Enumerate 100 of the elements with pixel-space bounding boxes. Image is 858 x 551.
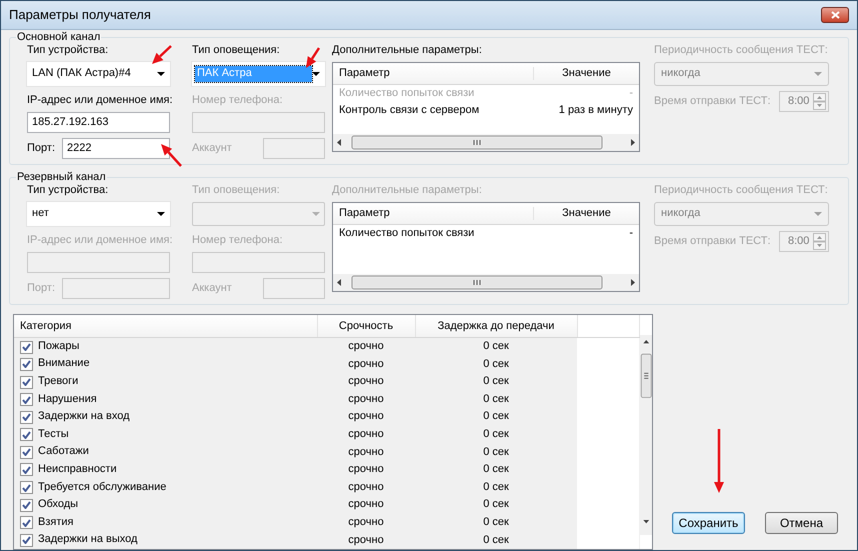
table-cell: срочно xyxy=(317,338,415,356)
column-header[interactable]: Срочность xyxy=(317,315,415,338)
table-cell-text: Количество попыток связи xyxy=(338,86,476,100)
field-label: Тип оповещения: xyxy=(192,44,280,58)
caret-icon xyxy=(312,72,320,76)
checkbox[interactable] xyxy=(20,481,33,494)
field-label: Порт: xyxy=(27,142,55,156)
annotation-arrow xyxy=(713,428,725,494)
table-cell: срочно xyxy=(317,478,415,496)
table-cell: 0 сек xyxy=(415,460,577,479)
column-header[interactable]: Параметр xyxy=(333,66,533,80)
category-label: Нарушения xyxy=(38,392,97,405)
table-cell-text: - xyxy=(628,226,634,240)
window-title: Параметры получателя xyxy=(9,7,151,23)
table-cell: 0 сек xyxy=(415,478,577,496)
close-button[interactable] xyxy=(821,7,849,23)
checkbox[interactable] xyxy=(20,340,33,354)
table-cell: 0 сек xyxy=(415,355,577,373)
group-title: Основной канал xyxy=(16,30,102,44)
checkbox[interactable] xyxy=(20,463,33,476)
table-cell-text: - xyxy=(628,86,634,100)
dialog-button[interactable]: Сохранить xyxy=(672,512,745,534)
table-cell: срочно xyxy=(317,443,415,461)
table-cell: 0 сек xyxy=(415,426,577,444)
field-label: Дополнительные параметры: xyxy=(332,44,482,58)
field-label: Тип устройства: xyxy=(27,184,108,198)
checkbox[interactable] xyxy=(20,410,33,424)
column-header[interactable]: Значение xyxy=(533,66,639,80)
table-cell: срочно xyxy=(317,531,415,549)
caret-icon xyxy=(157,72,165,76)
close-icon xyxy=(830,11,840,19)
dropdown: никогда xyxy=(654,62,829,86)
table-cell: 0 сек xyxy=(415,531,577,549)
column-header[interactable]: Задержка до передачи xyxy=(415,315,577,338)
category-label: Взятия xyxy=(38,516,74,528)
dropdown[interactable]: LAN (ПАК Астра)#4 xyxy=(27,62,170,86)
time-spinner: 8:00 xyxy=(779,231,829,252)
checkbox[interactable] xyxy=(20,446,33,459)
table-cell: 0 сек xyxy=(415,408,577,426)
table-cell: срочно xyxy=(317,496,415,514)
field-label: Время отправки ТЕСТ: xyxy=(654,94,771,108)
table-cell: 0 сек xyxy=(415,338,577,356)
table-cell: 0 сек xyxy=(415,443,577,461)
checkbox[interactable] xyxy=(20,534,33,547)
table-cell: срочно xyxy=(317,514,415,532)
dropdown: никогда xyxy=(654,202,829,226)
field-label: Аккаунт xyxy=(192,282,232,296)
annotation-arrow xyxy=(151,45,172,65)
checkbox[interactable] xyxy=(20,516,33,530)
field-label: Номер телефона: xyxy=(192,94,283,108)
field-label: Время отправки ТЕСТ: xyxy=(654,234,771,248)
category-label: Требуется обслуживание xyxy=(38,480,166,493)
caret-icon xyxy=(814,72,822,76)
field-label: Дополнительные параметры: xyxy=(332,184,482,198)
category-label: Внимание xyxy=(38,357,90,370)
category-label: Обходы xyxy=(38,498,78,510)
input-field[interactable]: 2222 xyxy=(62,138,170,159)
checkbox[interactable] xyxy=(20,428,33,442)
field-label: IP-адрес или доменное имя: xyxy=(27,234,173,248)
table-cell: 0 сек xyxy=(415,372,577,391)
table-cell: срочно xyxy=(317,355,415,373)
field-label: IP-адрес или доменное имя: xyxy=(27,94,173,108)
table-cell: срочно xyxy=(317,408,415,426)
checkbox[interactable] xyxy=(20,376,33,388)
field-label: Тип оповещения: xyxy=(192,184,280,198)
table-cell: срочно xyxy=(317,426,415,444)
category-label: Пожары xyxy=(38,340,80,352)
table-cell: срочно xyxy=(317,390,415,408)
category-label: Задержки на выход xyxy=(38,533,138,546)
table-cell-text: Контроль связи с сервером xyxy=(338,104,480,118)
category-label: Саботажи xyxy=(38,445,89,458)
input-field[interactable]: 185.27.192.163 xyxy=(27,112,170,133)
checkbox[interactable] xyxy=(20,498,33,512)
field-label: Порт: xyxy=(27,282,55,296)
time-spinner: 8:00 xyxy=(779,91,829,112)
category-label: Тревоги xyxy=(38,375,78,387)
dropdown[interactable]: нет xyxy=(27,202,170,226)
table-cell: 0 сек xyxy=(415,496,577,514)
table-cell: 0 сек xyxy=(415,390,577,408)
field-label: Аккаунт xyxy=(192,142,232,156)
field-label: Тип устройства: xyxy=(27,44,108,58)
table-cell: срочно xyxy=(317,372,415,391)
table-cell-text: 1 раз в минуту xyxy=(558,104,634,118)
category-label: Неисправности xyxy=(38,462,117,475)
group-title: Резервный канал xyxy=(16,170,107,184)
caret-icon xyxy=(312,212,320,216)
category-label: Задержки на вход xyxy=(38,410,130,422)
column-header[interactable]: Категория xyxy=(14,315,317,338)
category-label: Тесты xyxy=(38,428,69,440)
checkbox[interactable] xyxy=(20,358,33,371)
checkbox[interactable] xyxy=(20,393,33,406)
spinner-arrows-icon xyxy=(813,233,826,250)
caret-icon xyxy=(814,212,822,216)
annotation-arrow xyxy=(305,47,320,69)
annotation-arrow xyxy=(160,143,182,167)
table-cell: 0 сек xyxy=(415,514,577,532)
field-label: Периодичность сообщения ТЕСТ: xyxy=(654,184,828,198)
table-cell-text: Количество попыток связи xyxy=(338,226,476,240)
dialog-button[interactable]: Отмена xyxy=(765,512,838,534)
spinner-arrows-icon xyxy=(813,93,826,110)
